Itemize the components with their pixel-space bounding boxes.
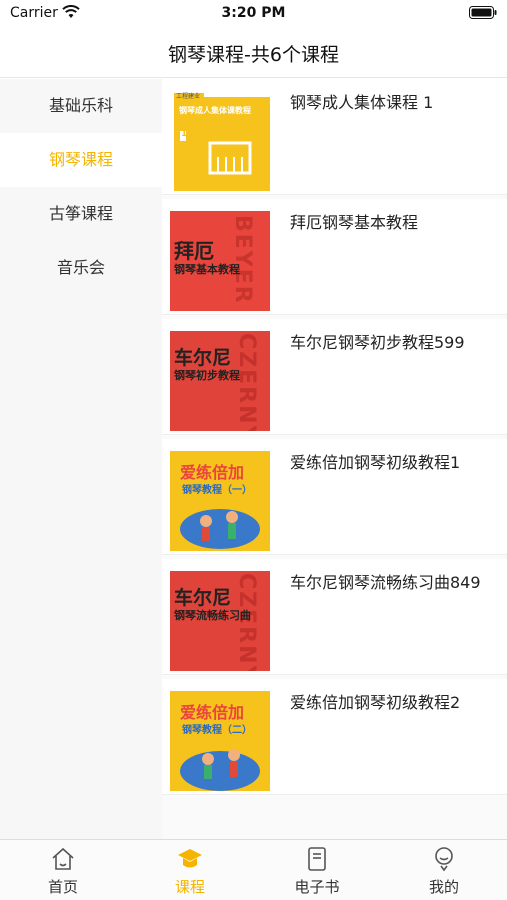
tab-label: 我的 bbox=[428, 878, 459, 896]
cover-subtitle: 钢琴初步教程 bbox=[174, 369, 240, 382]
course-cover-image: BEYER 拜厄 钢琴基本教程 bbox=[170, 211, 270, 311]
course-row[interactable]: 爱练倍加 钢琴教程（二） 爱练倍加钢琴初级教程2 bbox=[162, 679, 507, 795]
sidebar-item-basic-music[interactable]: 基础乐科 bbox=[0, 79, 162, 133]
course-cover-image: 工程建业 钢琴成人集体课教程 1 bbox=[170, 91, 270, 191]
course-row[interactable]: 爱练倍加 钢琴教程（一） 爱练倍加钢琴初级教程1 bbox=[162, 439, 507, 555]
cover-title: 钢琴成人集体课教程 bbox=[179, 106, 251, 115]
user-icon bbox=[435, 847, 453, 872]
tab-bar: 首页 课程 电子书 我的 bbox=[0, 839, 507, 900]
course-cover-image: CZERNY 车尔尼 钢琴初步教程 bbox=[170, 331, 270, 431]
page-title: 钢琴课程-共6个课程 bbox=[168, 44, 339, 66]
tab-courses[interactable]: 课程 bbox=[127, 840, 253, 900]
book-icon bbox=[308, 847, 326, 871]
category-sidebar: 基础乐科 钢琴课程 古筝课程 音乐会 bbox=[0, 79, 162, 839]
course-row[interactable]: CZERNY 车尔尼 钢琴流畅练习曲 车尔尼钢琴流畅练习曲849 bbox=[162, 559, 507, 675]
cover-title: 车尔尼 bbox=[174, 587, 232, 609]
course-row[interactable]: BEYER 拜厄 钢琴基本教程 拜厄钢琴基本教程 bbox=[162, 199, 507, 315]
tab-home[interactable]: 首页 bbox=[0, 840, 126, 900]
course-title: 车尔尼钢琴初步教程599 bbox=[290, 333, 465, 352]
cover-brand: 工程建业 bbox=[176, 93, 201, 100]
battery-icon bbox=[469, 6, 497, 19]
navigation-bar: 钢琴课程-共6个课程 bbox=[0, 28, 507, 78]
tab-label: 首页 bbox=[47, 878, 78, 896]
cover-title: 爱练倍加 bbox=[180, 703, 245, 722]
course-title: 爱练倍加钢琴初级教程2 bbox=[290, 693, 461, 712]
course-row[interactable]: CZERNY 车尔尼 钢琴初步教程 车尔尼钢琴初步教程599 bbox=[162, 319, 507, 435]
cover-title: 爱练倍加 bbox=[180, 463, 245, 482]
sidebar-item-piano[interactable]: 钢琴课程 bbox=[0, 133, 162, 187]
home-icon bbox=[52, 847, 74, 870]
course-cover-image: 爱练倍加 钢琴教程（一） bbox=[170, 451, 270, 551]
graduation-cap-icon bbox=[178, 849, 202, 868]
cover-subtitle: 钢琴基本教程 bbox=[174, 263, 240, 276]
course-title: 爱练倍加钢琴初级教程1 bbox=[290, 453, 461, 472]
tab-mine[interactable]: 我的 bbox=[381, 840, 507, 900]
sidebar-item-guzheng[interactable]: 古筝课程 bbox=[0, 187, 162, 241]
cover-side-text: BEYER bbox=[230, 215, 255, 305]
status-time: 3:20 PM bbox=[221, 5, 286, 21]
cover-badge: 1 bbox=[181, 129, 188, 139]
cover-subtitle: 钢琴教程（一） bbox=[182, 485, 252, 496]
tab-ebook[interactable]: 电子书 bbox=[254, 840, 380, 900]
course-title: 拜厄钢琴基本教程 bbox=[290, 213, 419, 232]
cover-title: 车尔尼 bbox=[174, 347, 232, 369]
course-title: 钢琴成人集体课程 1 bbox=[290, 93, 434, 112]
course-list: 工程建业 钢琴成人集体课教程 1 钢琴成人集体课程 1 BEYER 拜厄 钢琴基… bbox=[162, 79, 507, 839]
course-title: 车尔尼钢琴流畅练习曲849 bbox=[290, 573, 481, 592]
tab-label: 课程 bbox=[174, 878, 205, 896]
course-row[interactable]: 工程建业 钢琴成人集体课教程 1 钢琴成人集体课程 1 bbox=[162, 79, 507, 195]
cover-title: 拜厄 bbox=[174, 239, 214, 263]
course-cover-image: 爱练倍加 钢琴教程（二） bbox=[170, 691, 270, 791]
course-cover-image: CZERNY 车尔尼 钢琴流畅练习曲 bbox=[170, 571, 270, 671]
cover-subtitle: 钢琴流畅练习曲 bbox=[174, 609, 251, 622]
tab-label: 电子书 bbox=[294, 878, 340, 896]
sidebar-item-concert[interactable]: 音乐会 bbox=[0, 241, 162, 295]
status-bar: Carrier 3:20 PM bbox=[0, 0, 507, 28]
cover-subtitle: 钢琴教程（二） bbox=[182, 725, 252, 736]
